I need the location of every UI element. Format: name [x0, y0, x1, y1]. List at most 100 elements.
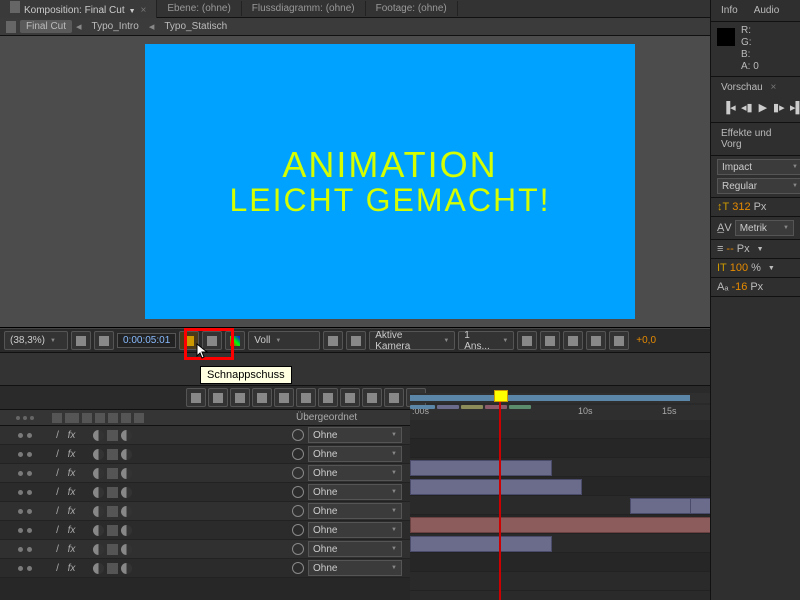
fx-icon[interactable]: fx — [66, 430, 77, 441]
composition-canvas[interactable]: ANIMATION LEICHT GEMACHT! — [145, 44, 635, 319]
half-icon[interactable] — [121, 449, 132, 460]
transparency-grid-button[interactable] — [346, 331, 366, 350]
show-snapshot-button[interactable] — [202, 331, 222, 350]
half-icon[interactable] — [121, 525, 132, 536]
pickwhip-icon[interactable] — [292, 448, 304, 460]
fx-icon[interactable]: fx — [66, 449, 77, 460]
crumb-finalcut[interactable]: Final Cut — [20, 20, 72, 33]
work-area-range[interactable] — [410, 395, 690, 401]
slash-icon[interactable]: / — [52, 468, 63, 479]
close-icon[interactable]: × — [770, 82, 776, 93]
half-icon[interactable] — [121, 487, 132, 498]
half-icon[interactable] — [121, 430, 132, 441]
sq-icon[interactable] — [107, 544, 118, 555]
sq-icon[interactable] — [107, 468, 118, 479]
tab-info[interactable]: Info — [717, 3, 742, 18]
tl-btn-5[interactable] — [274, 388, 294, 407]
parent-dropdown[interactable]: Ohne — [308, 522, 402, 538]
tl-btn-7[interactable] — [318, 388, 338, 407]
parent-dropdown[interactable]: Ohne — [308, 427, 402, 443]
half-icon[interactable] — [93, 487, 104, 498]
clip[interactable] — [410, 460, 552, 476]
half-icon[interactable] — [93, 468, 104, 479]
channel-button[interactable] — [225, 331, 245, 350]
views-dropdown[interactable]: 1 Ans... — [458, 331, 514, 350]
sq-icon[interactable] — [107, 525, 118, 536]
crumb-typo-statisch[interactable]: Typo_Statisch — [158, 20, 233, 33]
half-icon[interactable] — [121, 563, 132, 574]
parent-dropdown[interactable]: Ohne — [308, 484, 402, 500]
tab-layer[interactable]: Ebene: (ohne) — [157, 1, 241, 16]
tl-btn-8[interactable] — [340, 388, 360, 407]
timecode-display[interactable]: 0:00:05:01 — [117, 333, 176, 348]
tl-btn-3[interactable] — [230, 388, 250, 407]
tab-composition[interactable]: Komposition: Final Cut▼× — [0, 0, 157, 18]
resolution-dropdown[interactable]: Voll — [248, 331, 320, 350]
tl-btn-4[interactable] — [252, 388, 272, 407]
parent-dropdown[interactable]: Ohne — [308, 446, 402, 462]
half-icon[interactable] — [121, 544, 132, 555]
pickwhip-icon[interactable] — [292, 543, 304, 555]
camera-dropdown[interactable]: Aktive Kamera — [369, 331, 455, 350]
exposure-value[interactable]: +0,0 — [636, 335, 656, 346]
half-icon[interactable] — [93, 430, 104, 441]
slash-icon[interactable]: / — [52, 506, 63, 517]
half-icon[interactable] — [121, 506, 132, 517]
slash-icon[interactable]: / — [52, 525, 63, 536]
close-icon[interactable]: × — [141, 5, 147, 16]
half-icon[interactable] — [93, 563, 104, 574]
tl-btn-2[interactable] — [208, 388, 228, 407]
clip[interactable] — [410, 479, 582, 495]
slash-icon[interactable]: / — [52, 449, 63, 460]
half-icon[interactable] — [93, 506, 104, 517]
fx-icon[interactable]: fx — [66, 563, 77, 574]
tl-btn-1[interactable] — [186, 388, 206, 407]
scale-value[interactable]: 100 — [730, 262, 748, 274]
tab-footage[interactable]: Footage: (ohne) — [366, 1, 458, 16]
last-frame-button[interactable]: ▸▌ — [791, 101, 800, 113]
tl-btn-6[interactable] — [296, 388, 316, 407]
fx-icon[interactable]: fx — [66, 487, 77, 498]
tl-btn-9[interactable] — [362, 388, 382, 407]
pixel-aspect-button[interactable] — [517, 331, 537, 350]
fx-icon[interactable]: fx — [66, 506, 77, 517]
timeline-button[interactable] — [563, 331, 583, 350]
parent-dropdown[interactable]: Ohne — [308, 541, 402, 557]
tab-audio[interactable]: Audio — [750, 3, 784, 18]
baseline-value[interactable]: -16 — [731, 281, 747, 293]
prev-frame-button[interactable]: ◂▮ — [741, 101, 753, 113]
play-button[interactable]: ▶ — [759, 101, 767, 113]
slash-icon[interactable]: / — [52, 544, 63, 555]
first-frame-button[interactable]: ▐◂ — [723, 101, 735, 113]
mblur-button[interactable] — [609, 331, 629, 350]
roi-button[interactable] — [323, 331, 343, 350]
sq-icon[interactable] — [107, 449, 118, 460]
sq-icon[interactable] — [107, 430, 118, 441]
half-icon[interactable] — [121, 468, 132, 479]
clip[interactable] — [630, 498, 692, 514]
stroke-dropdown-icon[interactable]: ▼ — [757, 246, 764, 253]
tab-flowchart[interactable]: Flussdiagramm: (ohne) — [242, 1, 366, 16]
slash-icon[interactable]: / — [52, 563, 63, 574]
flowchart-button[interactable] — [586, 331, 606, 350]
font-family-dropdown[interactable]: Impact — [717, 159, 800, 175]
half-icon[interactable] — [93, 449, 104, 460]
kerning-dropdown[interactable]: Metrik — [735, 220, 794, 236]
dropdown-icon[interactable]: ▼ — [129, 8, 136, 15]
parent-dropdown[interactable]: Ohne — [308, 465, 402, 481]
tab-effects[interactable]: Effekte und Vorg — [717, 126, 794, 152]
pickwhip-icon[interactable] — [292, 505, 304, 517]
tab-preview[interactable]: Vorschau × — [717, 80, 794, 95]
fx-icon[interactable]: fx — [66, 468, 77, 479]
slash-icon[interactable]: / — [52, 430, 63, 441]
leading-value[interactable]: -- — [726, 243, 733, 255]
fast-preview-button[interactable] — [540, 331, 560, 350]
clip[interactable] — [410, 536, 552, 552]
pickwhip-icon[interactable] — [292, 524, 304, 536]
fx-icon[interactable]: fx — [66, 525, 77, 536]
sq-icon[interactable] — [107, 506, 118, 517]
zoom-dropdown[interactable]: (38,3%) — [4, 331, 68, 350]
sq-icon[interactable] — [107, 563, 118, 574]
pickwhip-icon[interactable] — [292, 486, 304, 498]
half-icon[interactable] — [93, 525, 104, 536]
